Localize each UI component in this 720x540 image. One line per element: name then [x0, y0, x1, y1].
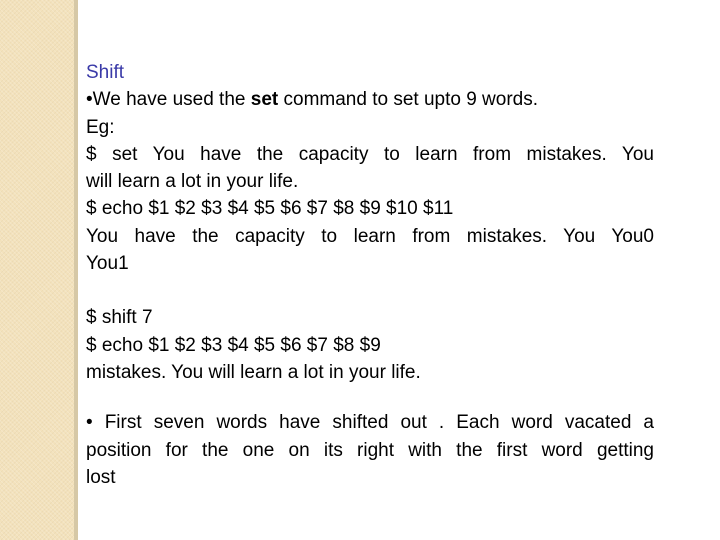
bullet-text-pre: We have used the [92, 89, 251, 111]
shift-command: $ shift 7 [86, 307, 153, 329]
echo-output-1-line-2: You1 [86, 253, 129, 275]
bullet-glyph: • [86, 89, 93, 111]
set-command-line-2: will learn a lot in your life. [86, 171, 299, 193]
echo-output-1-line-1: You have the capacity to learn from mist… [86, 225, 654, 247]
bullet-shift-explanation-line-3: lost [86, 466, 116, 488]
example-label: Eg: [86, 116, 115, 138]
bullet-glyph: • [86, 412, 93, 434]
decorative-sidebar [0, 0, 74, 540]
set-command-line-1: $ set You have the capacity to learn fro… [86, 143, 654, 165]
bold-keyword-set: set [250, 89, 279, 111]
bullet-shift-explanation-line-2: position for the one on its right with t… [86, 439, 654, 461]
echo-command-1: $ echo $1 $2 $3 $4 $5 $6 $7 $8 $9 $10 $1… [86, 198, 454, 220]
echo-command-2: $ echo $1 $2 $3 $4 $5 $6 $7 $8 $9 [86, 334, 381, 356]
slide-title: Shift [86, 62, 125, 83]
echo-output-2: mistakes. You will learn a lot in your l… [86, 361, 421, 383]
bullet-shift-explanation-line-1: • First seven words have shifted out . E… [86, 409, 654, 436]
bullet-set-command: •We have used the set command to set upt… [86, 86, 654, 113]
bullet-text-post: command to set upto 9 words. [278, 89, 539, 111]
slide-body: Shift •We have used the set command to s… [86, 59, 654, 491]
sidebar-edge-divider [74, 0, 78, 540]
bullet-text: First seven words have shifted out . Eac… [92, 412, 654, 434]
